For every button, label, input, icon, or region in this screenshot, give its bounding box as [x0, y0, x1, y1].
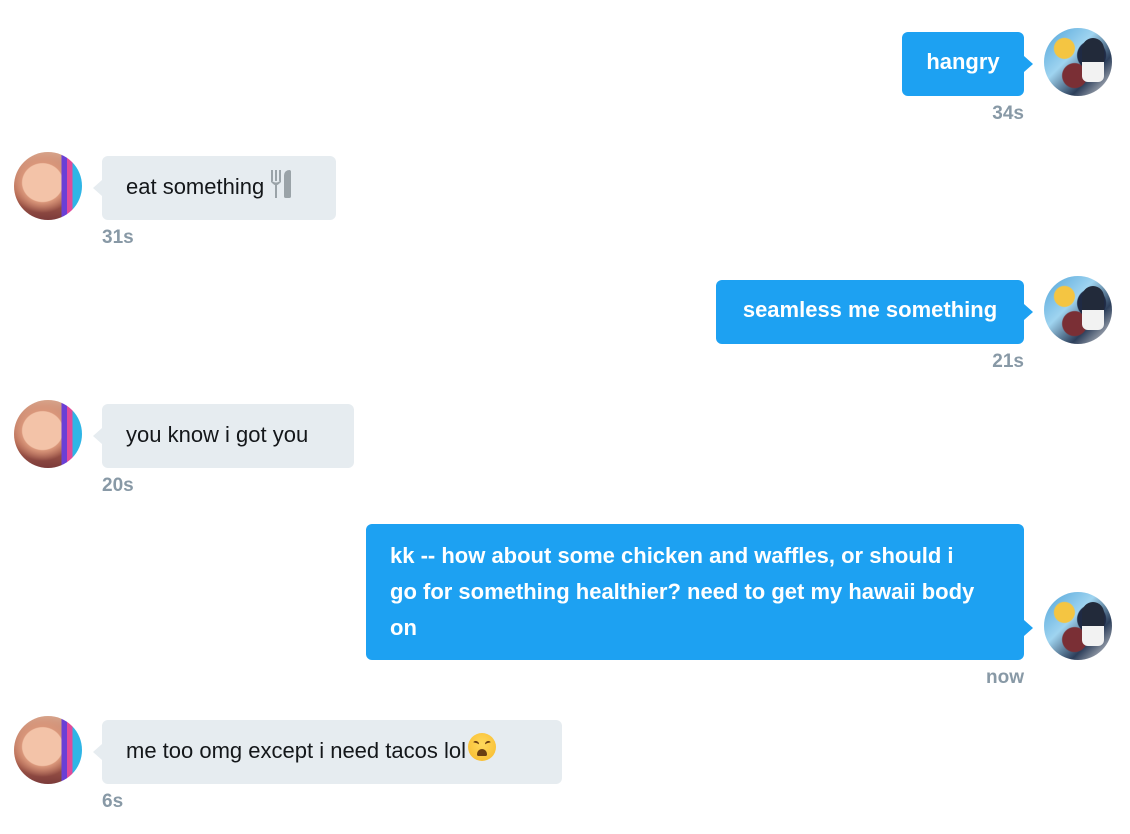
- message-text: me too omg except i need tacos lol: [126, 738, 466, 763]
- avatar[interactable]: [1044, 276, 1112, 344]
- bubble-tail: [93, 428, 102, 444]
- message-text-line: on: [390, 615, 417, 640]
- avatar[interactable]: [14, 152, 82, 220]
- message-bubble[interactable]: hangry: [902, 32, 1024, 96]
- bubble-tail: [93, 744, 102, 760]
- message-text: you know i got you: [126, 422, 309, 447]
- message-timestamp: now: [986, 667, 1024, 688]
- message-text: hangry: [926, 49, 1000, 74]
- avatar[interactable]: [14, 400, 82, 468]
- message-text: eat something: [126, 174, 265, 199]
- bubble-tail: [1024, 620, 1033, 636]
- message-bubble[interactable]: you know i got you: [102, 404, 354, 468]
- message-bubble[interactable]: eat something: [102, 156, 336, 220]
- avatar[interactable]: [1044, 28, 1112, 96]
- message-bubble[interactable]: me too omg except i need tacos lol: [102, 720, 562, 784]
- weary-face-icon: [467, 733, 496, 761]
- avatar[interactable]: [1044, 592, 1112, 660]
- message-timestamp: 20s: [102, 475, 134, 496]
- message-text-line: kk -- how about some chicken and waffles…: [390, 543, 954, 568]
- avatar[interactable]: [14, 716, 82, 784]
- message-timestamp: 31s: [102, 227, 134, 248]
- message-timestamp: 34s: [992, 103, 1024, 124]
- message-timestamp: 6s: [102, 791, 124, 812]
- fork-and-knife-icon: [270, 170, 292, 198]
- message-timestamp: 21s: [992, 351, 1024, 372]
- message-bubble[interactable]: kk -- how about some chicken and waffles…: [366, 524, 1024, 660]
- bubble-tail: [93, 180, 102, 196]
- message-text: seamless me something: [742, 297, 998, 322]
- bubble-tail: [1024, 56, 1033, 72]
- bubble-tail: [1024, 304, 1033, 320]
- message-text-line: go for something healthier? need to get …: [390, 579, 975, 604]
- message-bubble[interactable]: seamless me something: [716, 280, 1024, 344]
- conversation-thread: hangry 34s eat something 31s seamless me…: [0, 0, 1130, 834]
